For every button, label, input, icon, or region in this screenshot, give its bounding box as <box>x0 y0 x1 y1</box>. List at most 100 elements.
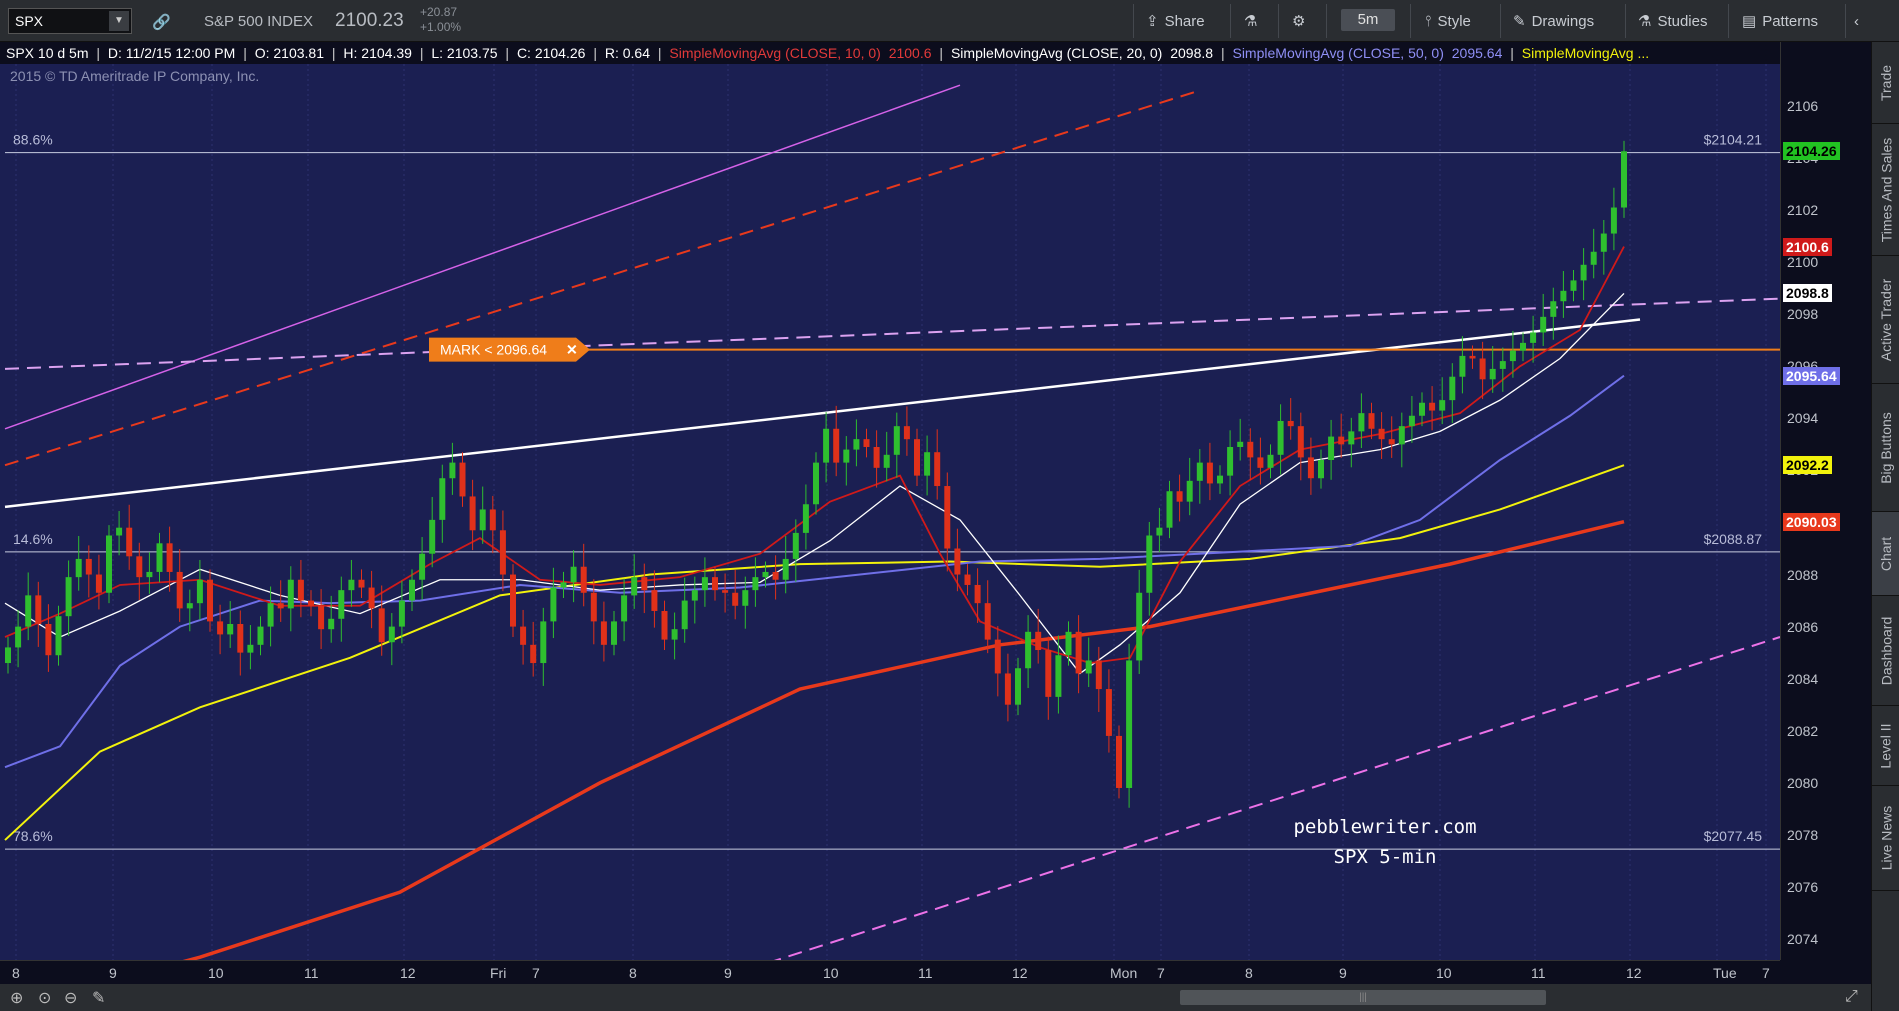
candle-body <box>722 590 729 593</box>
candle-body <box>641 577 648 591</box>
sma50-value: 2095.64 <box>1451 45 1503 61</box>
candle-body <box>499 530 506 575</box>
candle-body <box>1176 491 1183 502</box>
fib-level-percent: 14.6% <box>13 531 53 547</box>
timeframe-selector[interactable]: 5m <box>1341 9 1395 31</box>
pencil-draw-icon[interactable]: ✎ <box>92 988 105 1008</box>
side-tab-live-news[interactable]: Live News <box>1872 786 1899 891</box>
candle-body <box>1419 402 1425 416</box>
candle-body <box>964 574 971 585</box>
settings-button[interactable]: ⚙ <box>1292 9 1305 33</box>
bar-low: L: 2103.75 <box>431 45 498 61</box>
price-tick-label: 2094 <box>1787 410 1819 427</box>
candle-body <box>863 439 870 447</box>
zoom-in-icon[interactable]: ⊕ <box>10 988 23 1008</box>
chart-area[interactable]: 88.6% $2104.21 14.6% $2088.87 78.6% $2077.45 M… <box>0 64 1780 960</box>
candle-body <box>681 600 688 630</box>
style-button[interactable]: ⫯ Style <box>1425 9 1471 33</box>
side-tab-label: Big Buttons <box>1878 411 1895 484</box>
zoom-out-icon[interactable]: ⊖ <box>64 988 77 1008</box>
candle-body <box>944 486 951 549</box>
flask-button[interactable]: ⚗ <box>1244 9 1257 33</box>
index-name: S&P 500 INDEX <box>204 13 313 30</box>
price-axis-badge: 2100.6 <box>1783 237 1832 256</box>
candle-body <box>590 592 597 622</box>
collapse-toolbar-button[interactable]: ‹ <box>1854 9 1859 33</box>
candle-body <box>156 543 163 572</box>
drawings-button[interactable]: ✎ Drawings <box>1513 9 1594 33</box>
flask-icon: ⚗ <box>1244 13 1258 30</box>
candle-body <box>267 603 274 627</box>
side-tab-label: Level II <box>1878 722 1895 769</box>
share-label: Share <box>1164 12 1205 30</box>
candle-body <box>237 623 244 653</box>
expand-icon[interactable]: ⤢ <box>1845 988 1858 1006</box>
watermark-site: pebblewriter.com <box>1293 816 1476 838</box>
symbol-period: SPX 10 d 5m <box>6 45 89 61</box>
candle-body <box>1307 457 1314 479</box>
sma10-label[interactable]: SimpleMovingAvg (CLOSE, 10, 0) <box>669 45 880 61</box>
patterns-button[interactable]: ▤ Patterns <box>1742 9 1818 33</box>
side-tab-big-buttons[interactable]: Big Buttons <box>1872 384 1899 512</box>
candle-body <box>1277 420 1284 455</box>
candle-body <box>146 571 153 578</box>
sma-more-label[interactable]: SimpleMovingAvg ... <box>1522 45 1649 61</box>
link-icon[interactable]: 🔗 <box>152 13 171 31</box>
candle-body <box>580 566 587 593</box>
drawings-label: Drawings <box>1531 12 1595 30</box>
candle-body <box>651 590 658 611</box>
candle-body <box>833 428 840 463</box>
candle-body <box>1580 264 1587 281</box>
candle-body <box>903 426 910 440</box>
price-axis[interactable]: 2106210421022100209820962094209220902088… <box>1780 42 1871 999</box>
candle-body <box>1227 446 1234 476</box>
candle-body <box>1116 735 1122 788</box>
time-tick-label: 10 <box>823 965 839 981</box>
price-tick-label: 2102 <box>1787 202 1819 219</box>
studies-button[interactable]: ⚗ Studies <box>1638 9 1708 33</box>
side-tab-label: Trade <box>1878 64 1894 101</box>
symbol-input[interactable]: SPX ▼ <box>8 8 132 34</box>
candle-body <box>479 509 486 531</box>
sma50-label[interactable]: SimpleMovingAvg (CLOSE, 50, 0) <box>1232 45 1443 61</box>
sma20-label[interactable]: SimpleMovingAvg (CLOSE, 20, 0) <box>951 45 1162 61</box>
price-axis-badge: 2090.03 <box>1783 512 1840 531</box>
candle-body <box>136 556 143 578</box>
side-tab-level-ii[interactable]: Level II <box>1872 706 1899 786</box>
candle-body <box>873 446 880 468</box>
candle-body <box>106 535 112 593</box>
net-change-value: +20.87 <box>420 5 458 19</box>
side-tab-trade[interactable]: Trade <box>1872 42 1899 124</box>
chart-scrollbar[interactable]: ||| <box>1180 990 1546 1005</box>
side-tab-dashboard[interactable]: Dashboard <box>1872 596 1899 706</box>
candle-body <box>1287 420 1294 427</box>
price-chart[interactable]: 88.6% $2104.21 14.6% $2088.87 78.6% $2077.45 M… <box>0 64 1780 960</box>
bottom-bar: ⊕ ⊙ ⊖ ✎ ||| ⤢ <box>0 984 1871 1011</box>
side-tab-chart[interactable]: Chart <box>1872 512 1899 596</box>
mark-close-icon[interactable]: ✕ <box>566 342 578 358</box>
side-tab-times-and-sales[interactable]: Times And Sales <box>1872 124 1899 256</box>
right-side-tabs: Trade Times And Sales Active Trader Big But… <box>1871 42 1899 1011</box>
time-axis[interactable]: 8 9 10 11 12 Fri 7 8 9 10 11 12 Mon 7 8 9 10 11 12 Tue 7 <box>0 960 1780 984</box>
fib-level-price: $2077.45 <box>1704 828 1763 844</box>
bar-close: C: 2104.26 <box>516 45 586 61</box>
candle-body <box>368 587 375 609</box>
candle-body <box>358 579 365 588</box>
candle-body <box>388 626 395 643</box>
symbol-dropdown-icon[interactable]: ▼ <box>109 11 129 31</box>
candle-body <box>1247 441 1254 458</box>
candle-body <box>843 449 850 463</box>
candle-body <box>65 577 72 617</box>
share-button[interactable]: ⇪ Share <box>1146 9 1205 33</box>
chevron-left-icon: ‹ <box>1854 12 1859 30</box>
candle-body <box>1146 535 1153 593</box>
fib-level-percent: 78.6% <box>13 828 53 844</box>
candle-body <box>287 579 294 609</box>
time-tick-label: 11 <box>918 965 933 981</box>
time-tick-label: 7 <box>532 965 540 981</box>
copyright-text: 2015 © TD Ameritrade IP Company, Inc. <box>10 68 260 84</box>
zoom-fit-icon[interactable]: ⊙ <box>38 988 51 1008</box>
candle-body <box>792 532 799 559</box>
candle-body <box>1136 592 1143 661</box>
side-tab-active-trader[interactable]: Active Trader <box>1872 256 1899 384</box>
